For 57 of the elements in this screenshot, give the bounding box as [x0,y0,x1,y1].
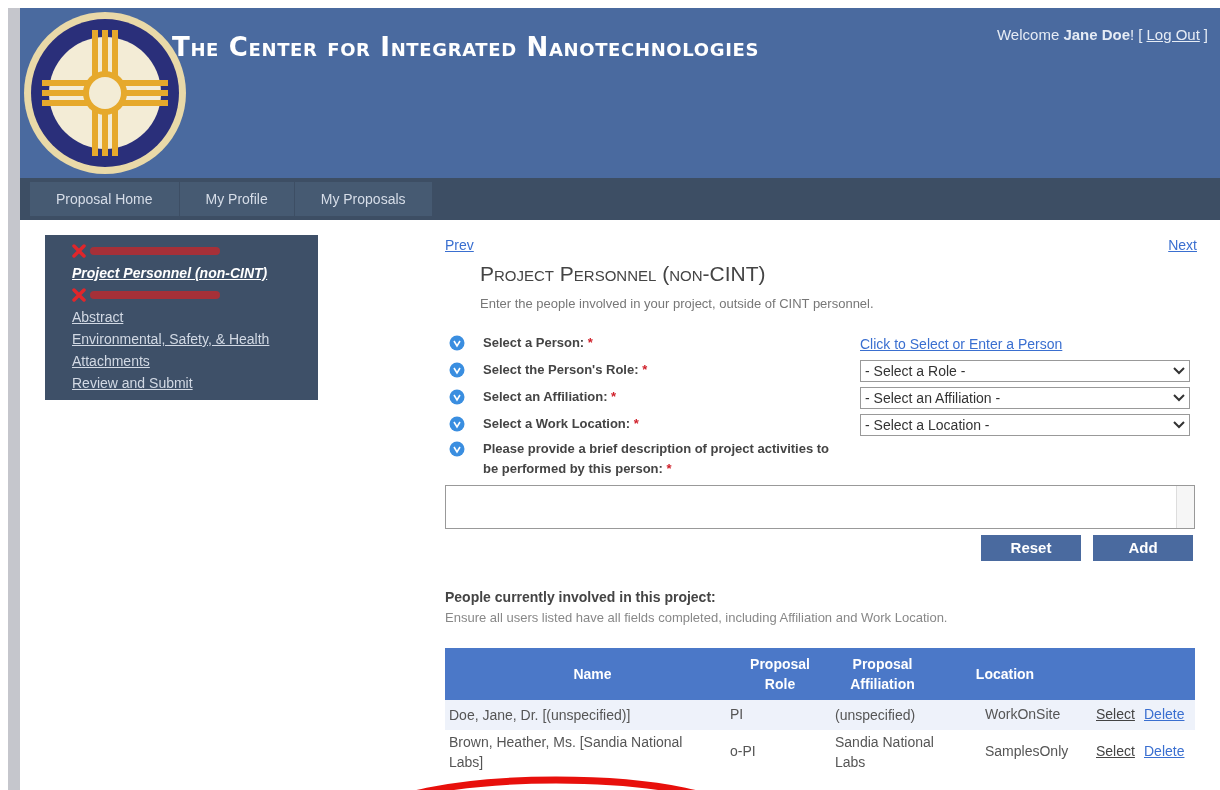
section-subtitle: Enter the people involved in your project, outside of CINT personnel. [479,294,875,313]
next-link[interactable]: Next [1168,235,1197,256]
sidebar-link[interactable]: Abstract [72,307,318,327]
people-heading: People currently involved in this project: [445,588,717,607]
select-dropdown[interactable]: - Select an Affiliation - [860,387,1190,409]
info-icon[interactable] [449,389,465,405]
table-cell-text: Sandia National Labs [835,732,935,772]
bracket-text: [ [1138,25,1143,45]
table-cell-text: (unspecified) [835,705,917,725]
sidebar-link[interactable]: Project Personnel (non-CINT) [72,263,318,283]
column-header: Name [572,664,613,684]
field-label: Select an Affiliation: * [483,388,617,406]
error-x-icon [72,244,86,258]
description-textarea[interactable] [445,485,1195,529]
error-x-icon [72,288,86,302]
delete-link[interactable]: Delete [1140,704,1185,725]
table-cell-text: o-PI [729,742,757,761]
nav-tab[interactable]: My Proposals [294,182,433,216]
select-dropdown[interactable]: - Select a Role - [860,360,1190,382]
info-icon[interactable] [449,362,465,378]
field-label: Select a Person: * [483,334,593,352]
info-icon[interactable] [449,335,465,351]
column-header: Proposal Affiliation [849,654,916,694]
section-title: Project Personnel (non-CINT) [479,261,767,287]
table-cell-text: SamplesOnly [984,742,1070,761]
prev-link[interactable]: Prev [445,235,474,256]
field-label: Please provide a brief description of project activities to be performed by this person: * [483,440,831,478]
chevron-down-icon [1173,394,1185,402]
form-button[interactable]: Reset [981,535,1081,561]
sidebar-link[interactable]: Attachments [72,351,318,371]
sidebar-link[interactable]: Review and Submit [72,373,318,393]
nav-tab[interactable]: My Profile [179,182,295,216]
table-cell-text: PI [729,705,745,724]
info-icon[interactable] [449,441,465,457]
nav-tab[interactable]: Proposal Home [30,182,180,216]
column-header: Location [974,664,1036,684]
delete-link[interactable]: Delete [1140,741,1185,762]
sidebar-link[interactable]: Environmental, Safety, & Health [72,329,318,349]
table-cell-text: WorkOnSite [984,705,1062,724]
table-cell-text: Doe, Jane, Dr. [(unspecified)] [448,705,632,725]
field-label: Select a Work Location: * [483,415,639,433]
column-header: Proposal Role [749,654,811,694]
welcome-text: Welcome Jane Doe! [997,25,1135,45]
info-icon[interactable] [449,416,465,432]
people-note: Ensure all users listed have all fields completed, including Affiliation and Work Location. [445,609,949,627]
logout-link[interactable]: Log Out [1146,24,1200,47]
form-button[interactable]: Add [1093,535,1193,561]
select-link[interactable]: Select [1090,741,1140,762]
bracket-text: ] [1203,25,1208,45]
chevron-down-icon [1173,367,1185,375]
table-cell-text: Brown, Heather, Ms. [Sandia National Labs] [448,732,684,772]
select-link[interactable]: Select [1090,704,1140,725]
select-dropdown[interactable]: - Select a Location - [860,414,1190,436]
site-title: The Center for Integrated Nanotechnologies [172,31,760,64]
select-person-link[interactable]: Click to Select or Enter a Person [860,333,1063,355]
chevron-down-icon [1173,421,1185,429]
field-label: Select the Person's Role: * [483,361,648,379]
